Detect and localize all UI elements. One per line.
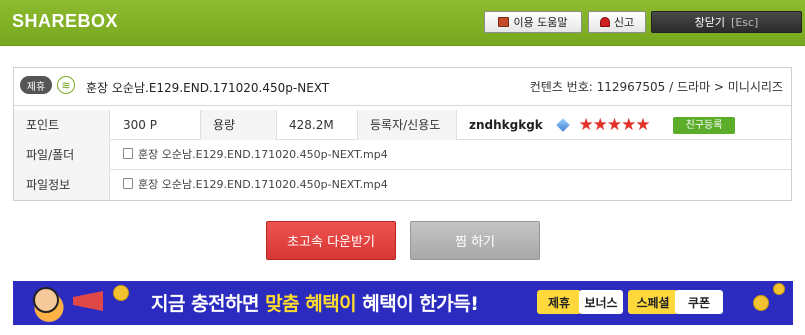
person-illustration (33, 287, 59, 313)
info-row-point: 포인트 300 P 용량 428.2M 등록자/신용도 zndhkgkgk ★★… (14, 110, 791, 140)
folder-value: 훈장 오순남.E129.END.171020.450p-NEXT.mp4 (111, 140, 791, 170)
add-friend-button[interactable]: 친구등록 (673, 117, 735, 134)
rating-stars: ★★★★★ (578, 115, 650, 135)
size-label: 용량 (201, 110, 277, 140)
coin-icon (113, 285, 129, 301)
content-info-panel: 제휴 ≋ 훈장 오순남.E129.END.171020.450p-NEXT 컨텐… (13, 67, 792, 201)
content-number: 컨텐츠 번호: 112967505 / 드라마 > 미니시리즈 (529, 80, 783, 94)
banner-tag-bonus: 보너스 (579, 290, 623, 314)
affiliate-badge: 제휴 (20, 76, 52, 94)
coin-icon (753, 295, 769, 311)
banner-highlight-2: 혜택이 (299, 293, 357, 315)
folder-filename: 훈장 오순남.E129.END.171020.450p-NEXT.mp4 (138, 148, 388, 161)
help-button[interactable]: 이용 도움말 (484, 11, 582, 33)
file-title: 훈장 오순남.E129.END.171020.450p-NEXT (86, 81, 330, 95)
uploader-cell: zndhkgkgk ★★★★★ 친구등록 (457, 110, 791, 140)
size-value: 428.2M (277, 110, 358, 140)
fileinfo-label: 파일정보 (14, 170, 110, 200)
banner-headline: 지금 충전하면 맞춤 혜택이 혜택이 한가득! (151, 289, 479, 316)
esc-shortcut: [Esc] (731, 15, 759, 29)
banner-tag-special: 스페셜 (628, 290, 678, 314)
header: SHAREBOX 이용 도움말 신고 창닫기 [Esc] (0, 0, 805, 46)
file-icon (123, 178, 133, 189)
banner-tag-coupon: 쿠폰 (675, 290, 723, 314)
file-icon (123, 148, 133, 159)
folder-label: 파일/폴더 (14, 140, 110, 170)
charge-promo-banner[interactable]: 지금 충전하면 맞춤 혜택이 혜택이 한가득! 제휴 보너스 스페셜 쿠폰 (13, 281, 793, 325)
report-button[interactable]: 신고 (588, 11, 646, 33)
book-icon (498, 17, 510, 27)
siren-icon (599, 17, 610, 27)
info-row-folder: 파일/폴더 훈장 오순남.E129.END.171020.450p-NEXT.m… (14, 140, 791, 170)
report-button-label: 신고 (613, 16, 635, 29)
coin-icon (773, 283, 785, 295)
banner-highlight: 맞춤 (265, 293, 300, 315)
banner-tag-affiliate: 제휴 (537, 290, 581, 314)
fileinfo-filename: 훈장 오순남.E129.END.171020.450p-NEXT.mp4 (138, 178, 388, 191)
fast-download-button[interactable]: 초고속 다운받기 (266, 221, 396, 260)
close-window-button[interactable]: 창닫기 [Esc] (651, 11, 802, 33)
uploader-label: 등록자/신용도 (358, 110, 457, 140)
title-row: 제휴 ≋ 훈장 오순남.E129.END.171020.450p-NEXT 컨텐… (14, 68, 791, 106)
banner-text-prefix: 지금 충전하면 (151, 293, 266, 315)
diamond-icon (555, 118, 570, 132)
help-button-label: 이용 도움말 (513, 16, 568, 29)
uploader-name[interactable]: zndhkgkgk (469, 118, 543, 132)
bookmark-button[interactable]: 찜 하기 (410, 221, 540, 260)
info-row-fileinfo: 파일정보 훈장 오순남.E129.END.171020.450p-NEXT.mp… (14, 170, 791, 200)
fileinfo-value: 훈장 오순남.E129.END.171020.450p-NEXT.mp4 (111, 170, 791, 200)
wifi-icon: ≋ (57, 76, 75, 94)
point-label: 포인트 (14, 110, 110, 140)
close-button-label: 창닫기 (694, 16, 726, 29)
logo: SHAREBOX (12, 11, 119, 31)
banner-text-suffix: 혜택이 한가득! (356, 293, 479, 315)
point-value: 300 P (111, 110, 201, 140)
